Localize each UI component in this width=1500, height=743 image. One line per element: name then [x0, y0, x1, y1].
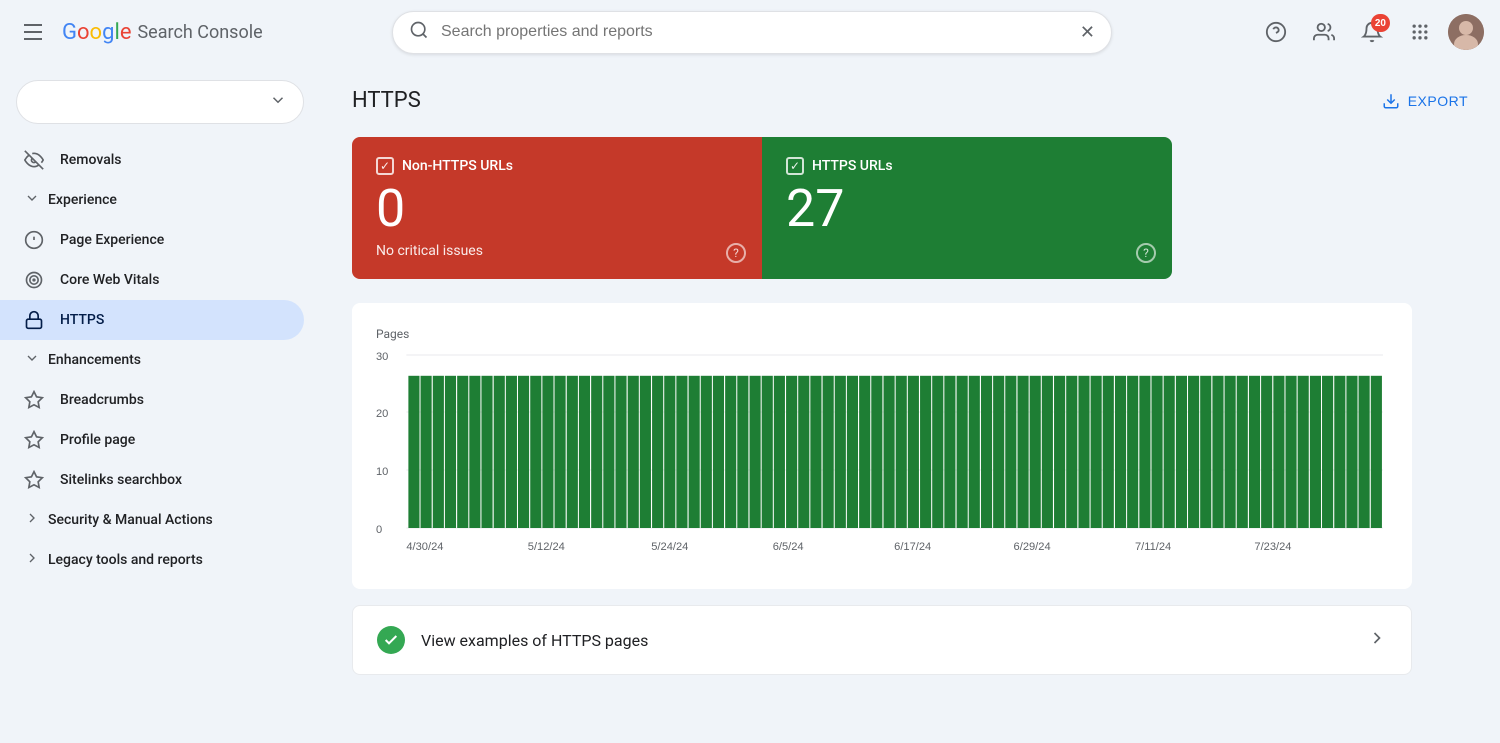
clear-search-icon[interactable]: ✕	[1080, 22, 1095, 43]
breadcrumbs-icon	[24, 390, 44, 410]
sidebar-item-label-removals: Removals	[60, 152, 122, 168]
sidebar: Removals Experience Page Experience	[0, 64, 320, 743]
chevron-right-security-icon	[24, 510, 40, 530]
svg-text:7/23/24: 7/23/24	[1254, 541, 1291, 553]
content-header: HTTPS EXPORT	[352, 88, 1468, 113]
profile-manager-button[interactable]	[1304, 12, 1344, 52]
logo-letter-g2: g	[102, 20, 114, 45]
sidebar-section-legacy[interactable]: Legacy tools and reports	[0, 540, 320, 580]
logo-letter-e: e	[120, 20, 132, 45]
property-selector[interactable]	[16, 80, 304, 124]
page-title: HTTPS	[352, 88, 421, 113]
lock-icon	[24, 310, 44, 330]
non-https-card: Non-HTTPS URLs 0 No critical issues ?	[352, 137, 762, 279]
non-https-info-icon[interactable]: ?	[726, 243, 746, 263]
eye-off-icon	[24, 150, 44, 170]
sidebar-item-core-web-vitals[interactable]: Core Web Vitals	[0, 260, 304, 300]
https-label: HTTPS URLs	[786, 157, 1148, 175]
main-layout: Removals Experience Page Experience	[0, 64, 1500, 743]
chart-container: Pages 30 20 10 0 4/30	[352, 303, 1412, 589]
logo-letter-o2: o	[90, 20, 103, 45]
sidebar-item-label-page-experience: Page Experience	[60, 232, 164, 248]
view-examples-text: View examples of HTTPS pages	[421, 631, 1351, 650]
sidebar-item-label-breadcrumbs: Breadcrumbs	[60, 392, 144, 408]
svg-text:7/11/24: 7/11/24	[1135, 541, 1171, 553]
sidebar-item-label-sitelinks-searchbox: Sitelinks searchbox	[60, 472, 182, 488]
chart-y-label: Pages	[376, 327, 1388, 341]
topbar-left: G o o g l e Search Console	[16, 16, 376, 48]
non-https-checkbox-icon	[376, 157, 394, 175]
legacy-section-label: Legacy tools and reports	[48, 552, 203, 568]
non-https-sub: No critical issues	[376, 243, 738, 259]
sidebar-item-breadcrumbs[interactable]: Breadcrumbs	[0, 380, 304, 420]
svg-text:5/24/24: 5/24/24	[651, 541, 688, 553]
logo-letter-o1: o	[77, 20, 90, 45]
experience-section-label: Experience	[48, 192, 117, 208]
svg-text:0: 0	[376, 524, 382, 536]
sidebar-item-sitelinks-searchbox[interactable]: Sitelinks searchbox	[0, 460, 304, 500]
view-examples-link[interactable]: View examples of HTTPS pages	[352, 605, 1412, 675]
topbar: G o o g l e Search Console ✕	[0, 0, 1500, 64]
chevron-down-small-icon	[24, 190, 40, 210]
search-bar[interactable]: ✕	[392, 11, 1112, 54]
logo-letter-g1: G	[62, 20, 77, 45]
search-icon	[409, 20, 429, 45]
sidebar-section-security[interactable]: Security & Manual Actions	[0, 500, 320, 540]
check-circle-icon	[377, 626, 405, 654]
sidebar-section-enhancements[interactable]: Enhancements	[0, 340, 320, 380]
sidebar-item-label-https: HTTPS	[60, 312, 104, 328]
app-logo: G o o g l e Search Console	[62, 20, 263, 45]
chevron-right-legacy-icon	[24, 550, 40, 570]
search-input[interactable]	[441, 23, 1068, 41]
core-web-vitals-icon	[24, 270, 44, 290]
https-checkbox-icon	[786, 157, 804, 175]
chevron-down-enhancements-icon	[24, 350, 40, 370]
chart-area: 30 20 10 0 4/30/24 5/12/24 5/24/24	[376, 345, 1388, 565]
svg-text:6/17/24: 6/17/24	[894, 541, 931, 553]
svg-text:4/30/24: 4/30/24	[406, 541, 443, 553]
content-area: HTTPS EXPORT Non-HTTPS URLs 0 No critica…	[320, 64, 1500, 743]
svg-text:5/12/24: 5/12/24	[528, 541, 565, 553]
help-button[interactable]	[1256, 12, 1296, 52]
svg-text:6/5/24: 6/5/24	[773, 541, 804, 553]
chevron-down-icon	[269, 91, 287, 113]
topbar-actions: 20	[1256, 12, 1484, 52]
security-section-label: Security & Manual Actions	[48, 512, 213, 528]
sitelinks-searchbox-icon	[24, 470, 44, 490]
enhancements-section-label: Enhancements	[48, 352, 141, 368]
notifications-button[interactable]: 20	[1352, 12, 1392, 52]
non-https-value: 0	[376, 183, 738, 235]
stats-cards: Non-HTTPS URLs 0 No critical issues ? HT…	[352, 137, 1172, 279]
export-button[interactable]: EXPORT	[1382, 92, 1468, 110]
sidebar-item-https[interactable]: HTTPS	[0, 300, 304, 340]
chart-svg: 30 20 10 0 4/30/24 5/12/24 5/24/24	[376, 345, 1388, 565]
svg-text:30: 30	[376, 351, 388, 363]
svg-text:10: 10	[376, 466, 388, 478]
avatar[interactable]	[1448, 14, 1484, 50]
page-experience-icon	[24, 230, 44, 250]
export-label: EXPORT	[1408, 93, 1468, 109]
sidebar-item-label-core-web-vitals: Core Web Vitals	[60, 272, 159, 288]
sidebar-item-removals[interactable]: Removals	[0, 140, 304, 180]
sidebar-item-label-profile-page: Profile page	[60, 432, 135, 448]
non-https-label: Non-HTTPS URLs	[376, 157, 738, 175]
profile-page-icon	[24, 430, 44, 450]
notification-badge: 20	[1371, 14, 1390, 32]
https-info-icon[interactable]: ?	[1136, 243, 1156, 263]
https-card: HTTPS URLs 27 ?	[762, 137, 1172, 279]
chevron-right-icon	[1367, 628, 1387, 653]
sidebar-section-experience[interactable]: Experience	[0, 180, 320, 220]
https-value: 27	[786, 183, 1148, 235]
svg-text:6/29/24: 6/29/24	[1014, 541, 1051, 553]
sidebar-item-page-experience[interactable]: Page Experience	[0, 220, 304, 260]
svg-text:20: 20	[376, 408, 388, 420]
apps-button[interactable]	[1400, 12, 1440, 52]
sidebar-item-profile-page[interactable]: Profile page	[0, 420, 304, 460]
app-product-name: Search Console	[137, 22, 262, 43]
hamburger-menu-icon[interactable]	[16, 16, 50, 48]
